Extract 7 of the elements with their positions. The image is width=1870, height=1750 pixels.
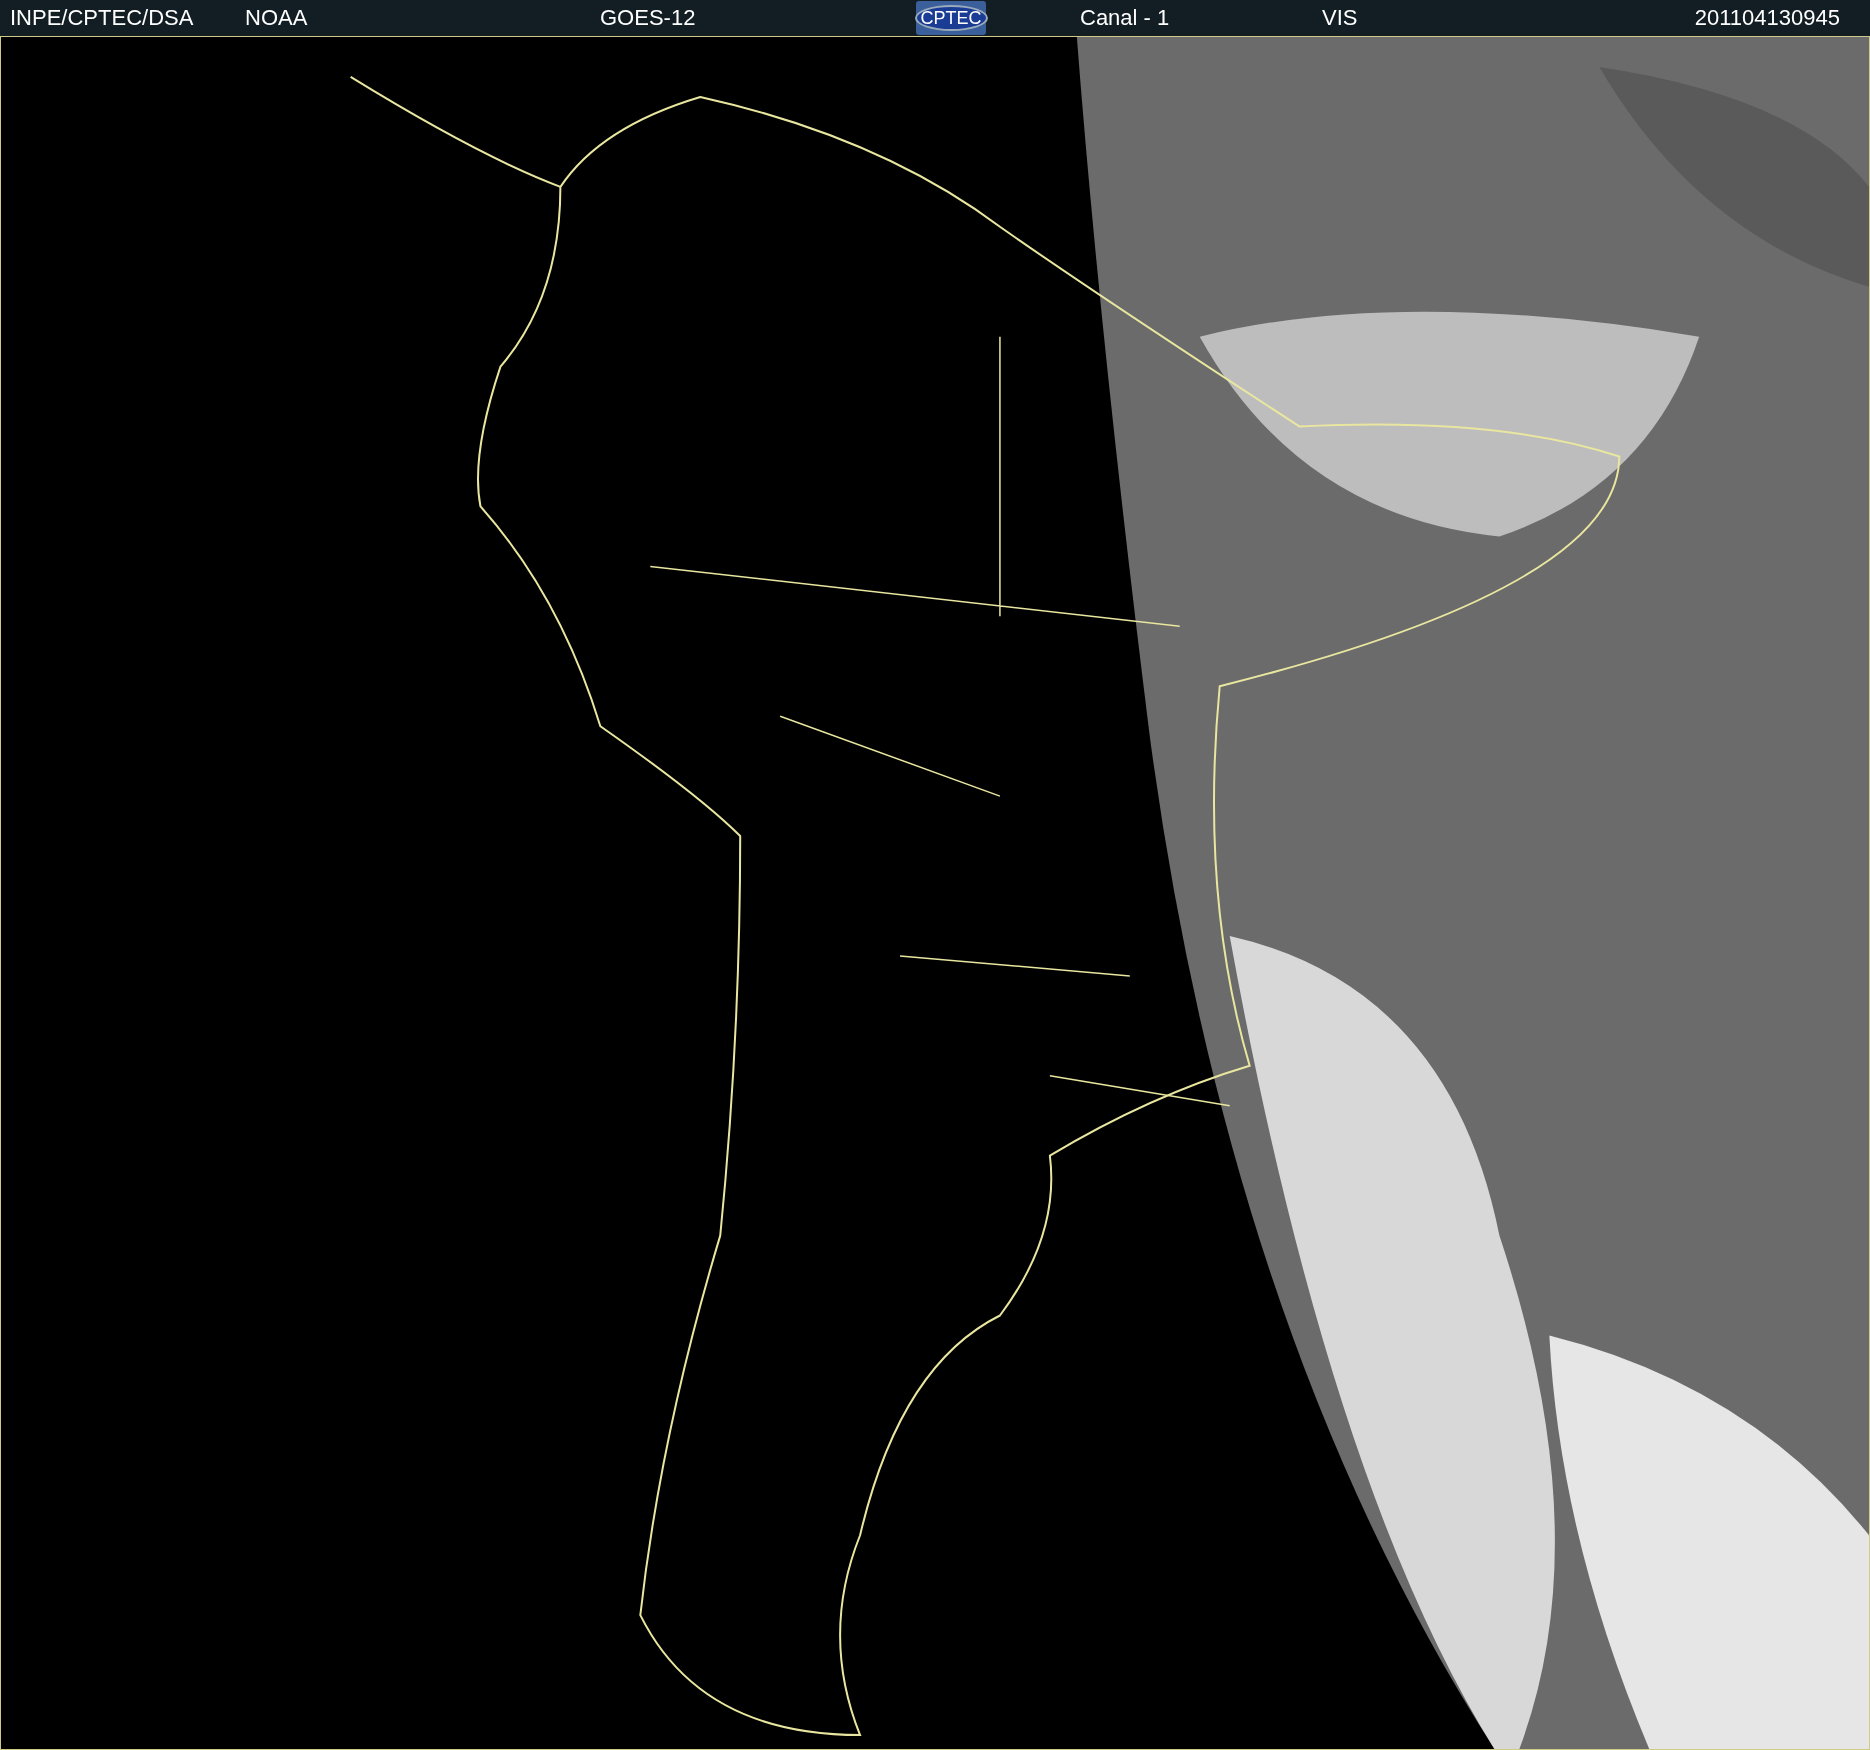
header-label: Canal - 1 — [1080, 4, 1170, 32]
header-label: NOAA — [245, 4, 308, 32]
header-label: INPE/CPTEC/DSA — [10, 4, 194, 32]
header-label: VIS — [1322, 4, 1358, 32]
header-label: 201104130945 — [1694, 4, 1840, 32]
logo: CPTEC — [916, 1, 986, 35]
header-label: GOES-12 — [600, 4, 696, 32]
